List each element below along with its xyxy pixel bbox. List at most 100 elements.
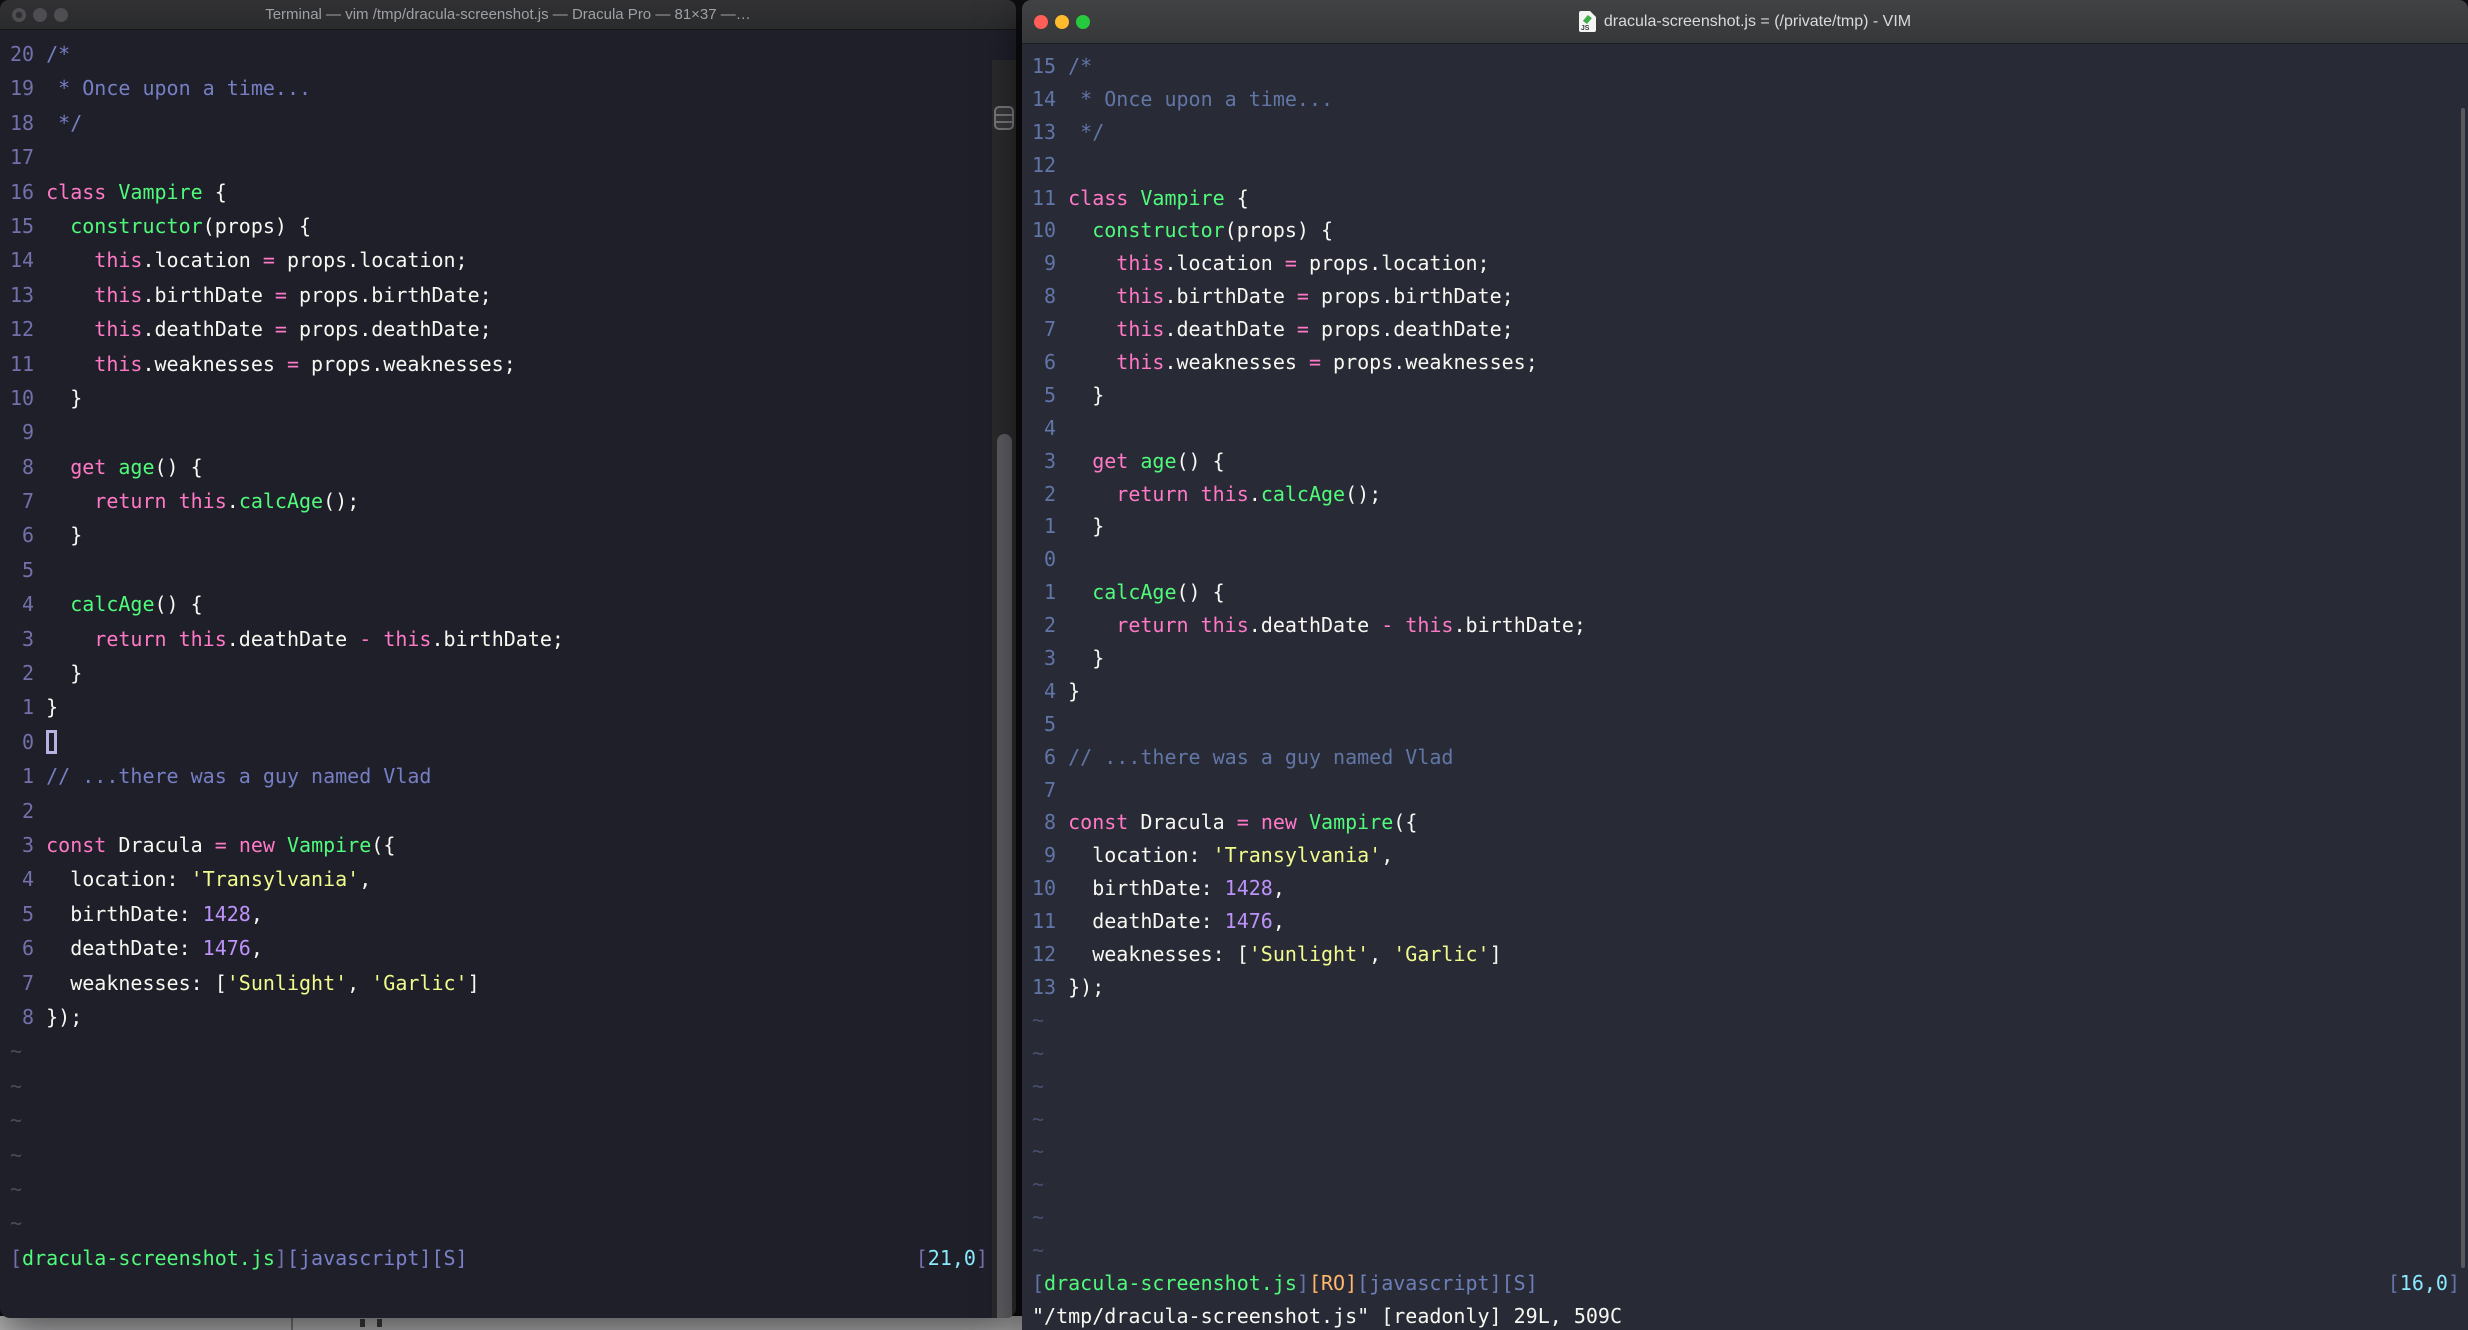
code-line: 7 this.deathDate = props.deathDate; [1032,313,2460,346]
vim-commandline: "/tmp/dracula-screenshot.js" [readonly] … [1032,1303,1623,1328]
line-number: 1 [1044,580,1057,605]
line-number: 20 [10,42,35,66]
line-number: 14 [1032,86,1057,111]
line-number: 1 [1044,514,1057,539]
code-line: 13 */ [1032,116,2460,149]
vim-cursor [46,729,58,754]
line-number: 0 [1044,547,1057,572]
line-number: 5 [1044,711,1057,736]
code-line: 1 } [1032,510,2460,543]
code-line: 5 birthDate: 1428, [10,897,988,931]
code-line: 4 location: 'Transylvania', [10,862,988,896]
line-number: 8 [22,1004,35,1029]
traffic-lights [1034,0,1090,43]
code-line: 3 } [1032,642,2460,675]
code-line: 11 deathDate: 1476, [1032,905,2460,938]
vim-statusline: [dracula-screenshot.js][RO][javascript][… [1032,1267,2460,1300]
code-line: 0 [10,725,988,759]
line-number: 3 [22,832,35,857]
line-number: 2 [1044,613,1057,638]
code-line: 6 this.weaknesses = props.weaknesses; [1032,346,2460,379]
line-number: 6 [1044,744,1057,769]
line-number: 6 [22,523,35,548]
code-line: 12 this.deathDate = props.deathDate; [10,312,988,346]
tilde-row: ~ [1032,1139,1045,1164]
scrollbar-thumb[interactable] [2461,108,2465,1268]
line-number: 15 [10,213,35,238]
macvim-content[interactable]: 15 /* 14 * Once upon a time... 13 */12 11 … [1022,44,2468,1330]
terminal-titlebar[interactable]: Terminal — vim /tmp/dracula-screenshot.j… [0,0,1016,30]
line-number: 2 [22,798,35,823]
line-number: 9 [22,420,35,445]
line-number: 13 [10,282,35,307]
line-number: 3 [1044,646,1057,671]
code-line: 5 [10,553,988,587]
code-line: 3 get age() { [1032,445,2460,478]
line-number: 9 [1044,843,1057,868]
code-line: 14 this.location = props.location; [10,243,988,277]
line-number: 12 [1032,152,1057,177]
code-line: 5 } [1032,379,2460,412]
code-line: 8 const Dracula = new Vampire({ [1032,806,2460,839]
line-number: 3 [22,626,35,651]
line-number: 14 [10,248,35,273]
tilde-row: ~ [10,1211,23,1236]
line-number: 12 [10,317,35,342]
background-text-fragment [360,1319,365,1327]
line-number: 1 [22,764,35,789]
vim-buffer-left[interactable]: 20 /* 19 * Once upon a time... 18 */17 16 … [10,37,988,1309]
code-line: 12 [1032,149,2460,182]
code-line: 6 } [10,518,988,552]
line-number: 12 [1032,942,1057,967]
code-line: 1 } [10,690,988,724]
code-line: 7 weaknesses: ['Sunlight', 'Garlic'] [10,966,988,1000]
vim-buffer-right[interactable]: 15 /* 14 * Once upon a time... 13 */12 11 … [1032,50,2460,1330]
code-line: 13 this.birthDate = props.birthDate; [10,278,988,312]
line-number: 10 [1032,218,1057,243]
line-number: 5 [22,901,35,926]
background-window-strip [0,1316,1022,1330]
split-pane-button[interactable] [994,106,1014,130]
line-number: 1 [22,695,35,720]
scrollbar-track[interactable] [992,60,1016,1318]
close-button-icon[interactable] [12,7,26,22]
line-number: 6 [1044,350,1057,375]
zoom-button-icon[interactable] [54,7,68,22]
minimize-button-icon[interactable] [1055,14,1069,29]
code-line: 12 weaknesses: ['Sunlight', 'Garlic'] [1032,938,2460,971]
ruler-position: [21,0] [915,1245,988,1270]
macvim-titlebar[interactable]: JS dracula-screenshot.js = (/private/tmp… [1022,0,2468,44]
code-line: 8 get age() { [10,450,988,484]
vim-commandline [10,1275,988,1309]
line-number: 4 [22,867,35,892]
ruler-position: [16,0] [2387,1270,2460,1295]
code-line: 3 const Dracula = new Vampire({ [10,828,988,862]
background-text-fragment [377,1319,382,1327]
macvim-window-title: dracula-screenshot.js = (/private/tmp) -… [1603,12,1912,30]
line-number: 3 [1044,448,1057,473]
line-number: 17 [10,145,35,170]
line-number: 0 [22,729,35,754]
line-number: 9 [1044,251,1057,276]
code-line: 16 class Vampire { [10,175,988,209]
code-line: 2 return this.calcAge(); [1032,478,2460,511]
code-line: 6 deathDate: 1476, [10,931,988,965]
close-button-icon[interactable] [1034,14,1048,29]
tilde-row: ~ [1032,1238,1045,1263]
code-line: 13 }); [1032,971,2460,1004]
terminal-content[interactable]: 20 /* 19 * Once upon a time... 18 */17 16 … [0,30,1016,1318]
tilde-row: ~ [1032,1172,1045,1197]
line-number: 5 [1044,382,1057,407]
tilde-row: ~ [1032,1040,1045,1065]
code-line: 4 } [1032,675,2460,708]
line-number: 8 [22,454,35,479]
code-line: 11 class Vampire { [1032,182,2460,215]
scrollbar-thumb[interactable] [997,434,1012,1318]
terminal-window-title: Terminal — vim /tmp/dracula-screenshot.j… [265,6,751,23]
line-number: 19 [10,76,35,101]
code-line: 8 }); [10,1000,988,1034]
zoom-button-icon[interactable] [1076,14,1090,29]
code-line: 9 [10,415,988,449]
minimize-button-icon[interactable] [33,7,47,22]
line-number: 2 [22,661,35,686]
